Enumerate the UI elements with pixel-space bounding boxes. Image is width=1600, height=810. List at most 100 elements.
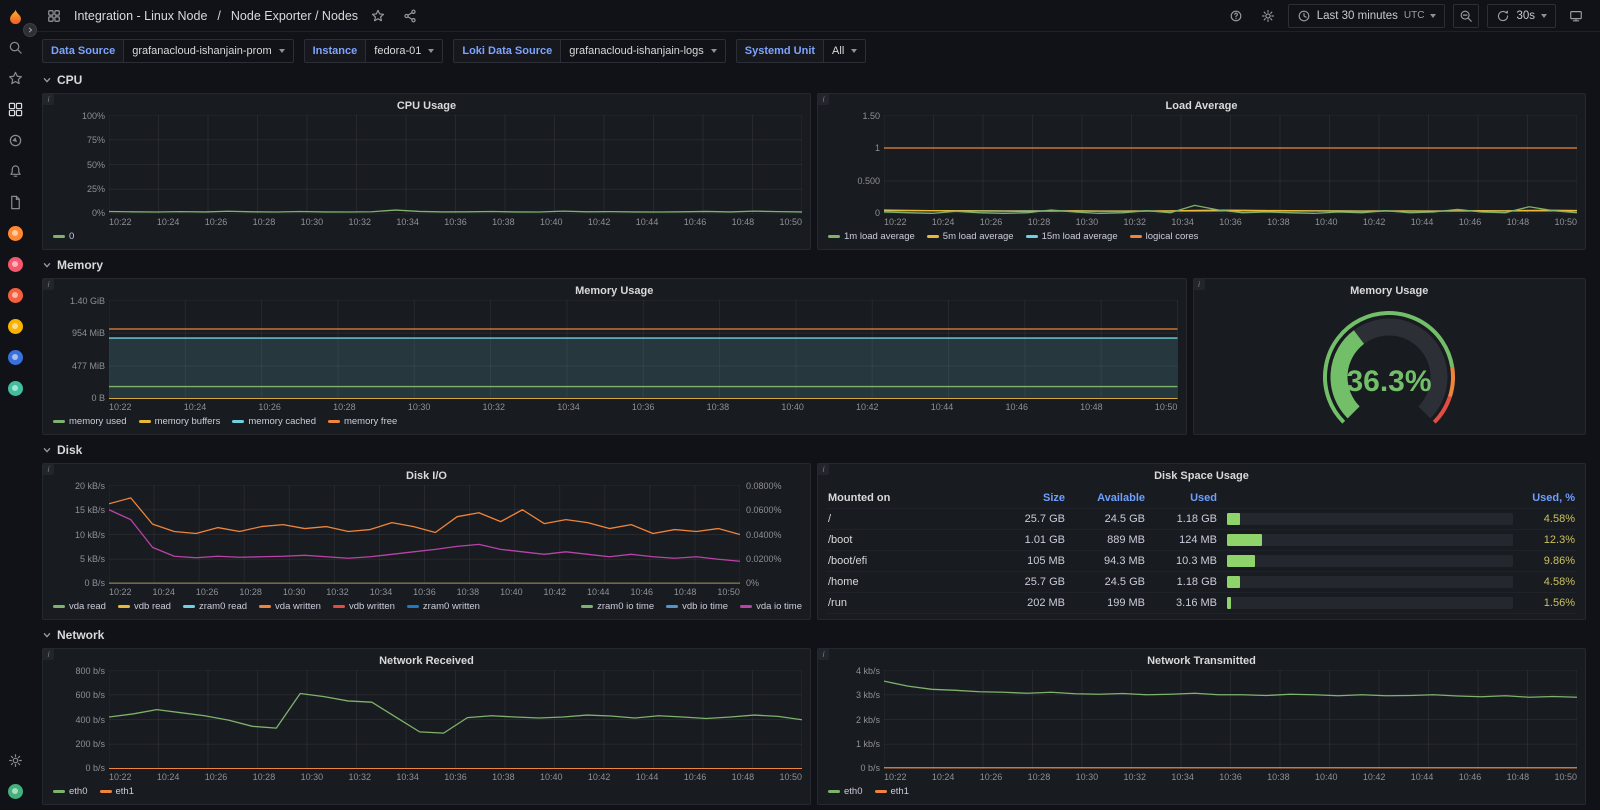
admin-gear-icon[interactable] [6, 751, 24, 769]
alerting-bell-icon[interactable] [6, 162, 24, 180]
plot-area[interactable] [884, 115, 1577, 214]
axis-tick: 10:46 [630, 587, 653, 598]
section-header-cpu[interactable]: CPU [42, 71, 1586, 88]
app-incident-icon[interactable] [6, 255, 24, 273]
legend-item[interactable]: 5m load average [927, 231, 1014, 242]
axis-tick: 50% [87, 160, 105, 170]
panel-network-received: i Network Received 800 b/s600 b/s400 b/s… [42, 648, 811, 805]
legend-item[interactable]: 15m load average [1026, 231, 1118, 242]
legend-item[interactable]: eth0 [53, 786, 88, 797]
kiosk-monitor-icon[interactable] [1564, 4, 1588, 28]
breadcrumb-root[interactable]: Integration - Linux Node [74, 9, 207, 23]
used-cell: 1.18 GB [1145, 576, 1217, 588]
explore-compass-icon[interactable] [6, 131, 24, 149]
panel-info-icon[interactable]: i [43, 649, 54, 660]
help-icon[interactable] [1224, 4, 1248, 28]
plot-area[interactable] [109, 485, 740, 584]
available-cell: 889 MB [1065, 534, 1145, 546]
legend-item[interactable]: memory used [53, 416, 127, 427]
filter-value-dropdown[interactable]: grafanacloud-ishanjain-prom [123, 39, 293, 63]
panel-title[interactable]: Disk Space Usage [826, 468, 1577, 485]
panel-info-icon[interactable]: i [43, 464, 54, 475]
legend-item[interactable]: vda written [259, 601, 321, 612]
caret-down-icon [279, 49, 285, 53]
plot-area[interactable] [109, 300, 1178, 399]
panel-title[interactable]: Memory Usage [1202, 283, 1578, 300]
legend-item[interactable]: memory cached [232, 416, 316, 427]
section-header-network[interactable]: Network [42, 626, 1586, 643]
dashboard-grid-icon[interactable] [42, 4, 66, 28]
logs-document-icon[interactable] [6, 193, 24, 211]
panel-title[interactable]: Network Transmitted [826, 653, 1577, 670]
axis-tick: 954 MiB [72, 328, 105, 338]
legend-item[interactable]: memory free [328, 416, 397, 427]
section-header-disk[interactable]: Disk [42, 441, 1586, 458]
time-range-picker[interactable]: Last 30 minutes UTC [1288, 4, 1446, 28]
legend-label: zram0 read [199, 601, 247, 612]
dashboards-icon[interactable] [6, 100, 24, 118]
legend-item[interactable]: logical cores [1130, 231, 1199, 242]
favorite-star-icon[interactable] [366, 4, 390, 28]
section-header-memory[interactable]: Memory [42, 256, 1586, 273]
legend-item[interactable]: zram0 written [407, 601, 480, 612]
app-k6-icon[interactable] [6, 379, 24, 397]
legend-item[interactable]: zram0 io time [581, 601, 654, 612]
legend-item[interactable]: 1m load average [828, 231, 915, 242]
chevron-down-icon [42, 445, 52, 455]
legend-item[interactable]: 0 [53, 231, 74, 242]
legend-item[interactable]: zram0 read [183, 601, 247, 612]
panel-title[interactable]: Disk I/O [51, 468, 802, 485]
grafana-logo[interactable] [6, 7, 24, 25]
legend-item[interactable]: vdb io time [666, 601, 728, 612]
legend-item[interactable]: vda io time [740, 601, 802, 612]
column-header[interactable]: Size [993, 492, 1065, 504]
app-oncall-icon[interactable] [6, 224, 24, 242]
app-ml-icon[interactable] [6, 286, 24, 304]
column-header[interactable]: Mounted on [828, 492, 993, 504]
zoom-out-button[interactable] [1453, 4, 1479, 28]
app-synthetics-icon[interactable] [6, 348, 24, 366]
sidebar-expand-button[interactable] [23, 23, 37, 37]
column-header[interactable]: Available [1065, 492, 1145, 504]
legend-item[interactable]: eth1 [100, 786, 135, 797]
panel-title[interactable]: Network Received [51, 653, 802, 670]
column-header[interactable]: Used, % [1517, 492, 1575, 504]
clock-icon [1297, 9, 1311, 23]
panel-info-icon[interactable]: i [818, 464, 829, 475]
mount-cell: / [828, 513, 993, 525]
caret-down-icon [1541, 14, 1547, 18]
legend-item[interactable]: vdb written [333, 601, 395, 612]
panel-disk-io: i Disk I/O 20 kB/s15 kB/s10 kB/s5 kB/s0 … [42, 463, 811, 620]
app-performance-icon[interactable] [6, 317, 24, 335]
legend-item[interactable]: vdb read [118, 601, 171, 612]
filter-value-dropdown[interactable]: grafanacloud-ishanjain-logs [560, 39, 726, 63]
panel-info-icon[interactable]: i [818, 649, 829, 660]
y-axis: 1.5010.5000 [826, 111, 880, 218]
panel-info-icon[interactable]: i [43, 94, 54, 105]
panel-title[interactable]: CPU Usage [51, 98, 802, 115]
legend-item[interactable]: eth1 [875, 786, 910, 797]
share-icon[interactable] [398, 4, 422, 28]
panel-info-icon[interactable]: i [1194, 279, 1205, 290]
column-header[interactable]: Used [1145, 492, 1217, 504]
filter-loki-data-source: Loki Data Source grafanacloud-ishanjain-… [453, 39, 725, 63]
refresh-interval-picker[interactable]: 30s [1487, 4, 1556, 28]
panel-info-icon[interactable]: i [818, 94, 829, 105]
legend-item[interactable]: memory buffers [139, 416, 221, 427]
panel-title[interactable]: Load Average [826, 98, 1577, 115]
legend-item[interactable]: eth0 [828, 786, 863, 797]
plot-area[interactable] [109, 670, 802, 769]
panel-title[interactable]: Memory Usage [51, 283, 1178, 300]
legend-item[interactable]: vda read [53, 601, 106, 612]
panel-info-icon[interactable]: i [43, 279, 54, 290]
assistant-icon[interactable] [6, 782, 24, 800]
filter-value-dropdown[interactable]: fedora-01 [365, 39, 443, 63]
filter-value-dropdown[interactable]: All [823, 39, 866, 63]
plot-area[interactable] [884, 670, 1577, 769]
breadcrumb-page[interactable]: Node Exporter / Nodes [231, 9, 358, 23]
dashboard-settings-gear-icon[interactable] [1256, 4, 1280, 28]
search-icon[interactable] [6, 38, 24, 56]
plot-area[interactable] [109, 115, 802, 214]
used-cell: 3.16 MB [1145, 597, 1217, 609]
favorites-star-icon[interactable] [6, 69, 24, 87]
